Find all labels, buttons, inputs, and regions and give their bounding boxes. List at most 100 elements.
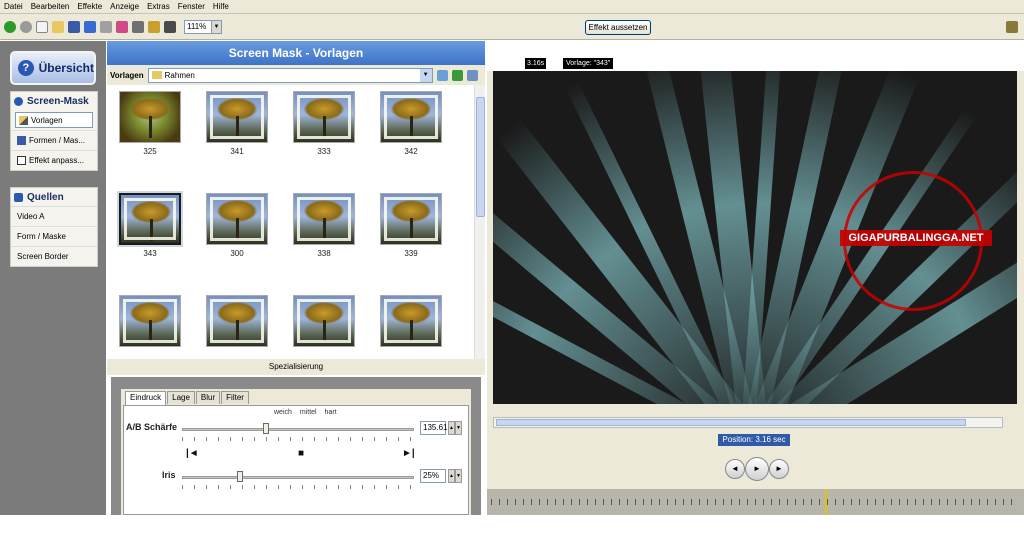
exit-icon[interactable]: [1006, 21, 1018, 33]
save-icon[interactable]: [68, 20, 80, 33]
stop-icon[interactable]: [20, 20, 32, 33]
menu-anzeige[interactable]: Anzeige: [110, 2, 139, 11]
ab-sharpness-spinner[interactable]: ▲ ▼: [448, 421, 462, 435]
nav-item-video-a[interactable]: Video A: [11, 206, 97, 226]
play-green-icon[interactable]: [4, 20, 16, 33]
vertical-scrollbar[interactable]: [474, 85, 485, 359]
nav-item-formen[interactable]: Formen / Mas...: [11, 130, 97, 150]
settings-icon[interactable]: [132, 20, 144, 33]
tab-blur[interactable]: Blur: [195, 391, 221, 404]
play-button[interactable]: ►: [745, 457, 769, 481]
new-document-icon[interactable]: [36, 20, 48, 33]
template-tile[interactable]: 333: [291, 91, 357, 156]
zoom-dropdown-icon[interactable]: ▼: [212, 19, 222, 34]
vorlagen-select[interactable]: Rahmen ▼: [147, 67, 433, 83]
next-frame-button[interactable]: ►: [769, 459, 789, 479]
spin-up-icon[interactable]: ▲: [448, 469, 455, 483]
rewind-icon[interactable]: |◄: [186, 448, 199, 459]
timeline-cursor-line: [825, 489, 827, 515]
undo-icon[interactable]: [84, 20, 96, 33]
template-tile[interactable]: 342: [378, 91, 444, 156]
menu-effekte[interactable]: Effekte: [77, 2, 102, 11]
timeline-cursor[interactable]: [822, 489, 830, 515]
add-icon[interactable]: [451, 69, 463, 81]
ab-sharpness-value[interactable]: 135.61: [420, 421, 447, 435]
template-tile[interactable]: 300: [204, 193, 270, 258]
template-tile[interactable]: [378, 295, 444, 351]
template-thumbnail: [293, 295, 355, 347]
template-tile[interactable]: 338: [291, 193, 357, 258]
tab-eindruck[interactable]: Eindruck: [125, 391, 167, 405]
template-badge: Vorlage: "343": [563, 58, 614, 69]
template-tile[interactable]: [204, 295, 270, 351]
toolbar: 111% ▼ Effekt aussetzen: [0, 14, 1024, 40]
ab-sharpness-track[interactable]: [182, 428, 414, 431]
nav-item-screen-border[interactable]: Screen Border: [11, 246, 97, 266]
nav-item-effekt[interactable]: Effekt anpass...: [11, 150, 97, 170]
ab-sharpness-label: A/B Schärfe: [126, 422, 178, 432]
screen-mask-header[interactable]: Screen-Mask: [11, 92, 97, 110]
video-preview[interactable]: GIGAPURBALINGGA.NET: [493, 71, 1017, 404]
scrollbar-thumb[interactable]: [476, 97, 485, 217]
template-tile[interactable]: 339: [378, 193, 444, 258]
previous-frame-button[interactable]: ◄: [725, 459, 745, 479]
effect-icon[interactable]: [116, 20, 128, 33]
template-thumbnail: [380, 91, 442, 143]
palette-icon[interactable]: [148, 20, 160, 33]
horizontal-scrollbar-thumb[interactable]: [496, 419, 966, 426]
pencil-icon: [19, 115, 28, 125]
ab-sharpness-thumb[interactable]: [262, 423, 269, 434]
template-caption: 333: [317, 147, 331, 156]
chevron-down-icon[interactable]: ▼: [419, 68, 432, 82]
menu-bearbeiten[interactable]: Bearbeiten: [31, 2, 70, 11]
open-folder-icon[interactable]: [52, 20, 64, 33]
menu-extras[interactable]: Extras: [147, 2, 170, 11]
settings-frame: Eindruck Lage Blur Filter weich mittel h…: [111, 377, 481, 515]
nav-item-vorlagen[interactable]: Vorlagen: [15, 112, 93, 128]
horizontal-scrollbar[interactable]: [493, 417, 1003, 428]
watermark-text: GIGAPURBALINGGA.NET: [840, 230, 992, 246]
stop-square-icon[interactable]: ■: [298, 448, 304, 459]
template-tile[interactable]: 343: [117, 193, 183, 258]
question-icon: ?: [18, 60, 34, 76]
spin-down-icon[interactable]: ▼: [455, 421, 462, 435]
template-tile[interactable]: [117, 295, 183, 351]
zoom-field[interactable]: 111%: [184, 19, 212, 34]
folder-up-icon[interactable]: [436, 69, 448, 81]
vorlagen-label: Vorlagen: [110, 70, 144, 80]
menu-hilfe[interactable]: Hilfe: [213, 2, 229, 11]
nav-item-form-maske[interactable]: Form / Maske: [11, 226, 97, 246]
menu-datei[interactable]: Datei: [4, 2, 23, 11]
time-badge: 3.16s: [525, 58, 547, 69]
template-caption: 300: [230, 249, 244, 258]
menu-bar: Datei Bearbeiten Effekte Anzeige Extras …: [0, 0, 1024, 14]
window-icon: [17, 156, 26, 165]
iris-thumb[interactable]: [237, 471, 243, 482]
sources-header[interactable]: Quellen: [11, 188, 97, 206]
settings-box: Eindruck Lage Blur Filter weich mittel h…: [121, 389, 471, 515]
overview-button[interactable]: ? Übersicht: [10, 51, 96, 85]
tab-filter[interactable]: Filter: [221, 391, 249, 404]
folder-icon: [151, 71, 162, 79]
template-tile[interactable]: 325: [117, 91, 183, 156]
menu-fenster[interactable]: Fenster: [178, 2, 205, 11]
forward-icon[interactable]: ►|: [402, 448, 415, 459]
spin-down-icon[interactable]: ▼: [455, 469, 462, 483]
timeline[interactable]: [487, 489, 1024, 515]
spin-up-icon[interactable]: ▲: [448, 421, 455, 435]
shapes-icon: [17, 136, 26, 145]
template-tile[interactable]: [291, 295, 357, 351]
template-tile[interactable]: 341: [204, 91, 270, 156]
iris-value[interactable]: 25%: [420, 469, 446, 483]
tab-lage[interactable]: Lage: [167, 391, 195, 404]
view-icon[interactable]: [466, 69, 478, 81]
template-thumbnail: [206, 91, 268, 143]
iris-spinner[interactable]: ▲ ▼: [448, 469, 462, 483]
template-thumbnail: [293, 193, 355, 245]
zoom-icon[interactable]: [164, 20, 176, 33]
iris-track[interactable]: [182, 476, 414, 479]
template-caption: 343: [143, 249, 157, 258]
redo-icon[interactable]: [100, 20, 112, 33]
nav-item-label: Formen / Mas...: [29, 136, 86, 145]
reset-effect-button[interactable]: Effekt aussetzen: [585, 20, 651, 35]
